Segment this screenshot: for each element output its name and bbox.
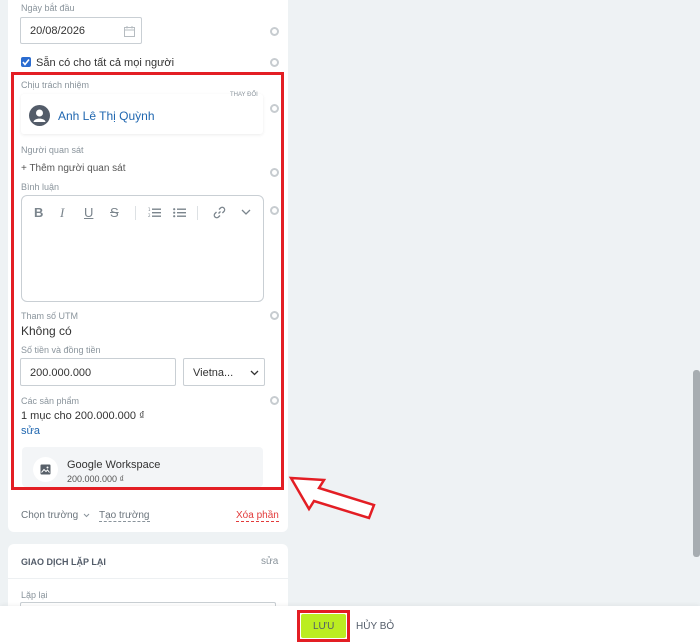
start-date-label: Ngày bắt đầu <box>21 3 75 13</box>
currency-value: Vietna... <box>193 367 234 379</box>
settings-gear-icon[interactable] <box>270 168 279 177</box>
product-price: 200.000.000 ₫ <box>67 474 125 484</box>
start-date-value: 20/08/2026 <box>30 25 86 37</box>
choose-field-label: Chọn trường <box>21 510 79 521</box>
settings-gear-icon[interactable] <box>270 27 279 36</box>
product-image-placeholder <box>33 457 58 482</box>
italic-icon[interactable]: I <box>60 205 64 221</box>
settings-gear-icon[interactable] <box>270 206 279 215</box>
products-edit-link[interactable]: sửa <box>21 425 40 437</box>
calendar-icon[interactable] <box>124 26 135 37</box>
cancel-button[interactable]: HỦY BỎ <box>356 621 394 632</box>
svg-text:2: 2 <box>148 213 151 218</box>
observers-label: Người quan sát <box>21 145 84 155</box>
products-summary: 1 mục cho 200.000.000 ₫ <box>21 410 145 422</box>
recurring-edit-link[interactable]: sửa <box>261 556 278 567</box>
settings-gear-icon[interactable] <box>270 311 279 320</box>
check-icon <box>22 59 30 66</box>
amount-input[interactable]: 200.000.000 <box>20 358 176 386</box>
settings-gear-icon[interactable] <box>270 104 279 113</box>
bottom-action-bar <box>0 606 700 643</box>
change-responsible-button[interactable]: THAY ĐỔI <box>230 92 258 98</box>
available-all-checkbox[interactable] <box>21 57 31 67</box>
image-icon <box>40 464 51 475</box>
panel-divider <box>8 578 288 579</box>
annotation-arrow <box>288 476 376 520</box>
svg-text:1: 1 <box>148 207 151 212</box>
comment-editor[interactable]: B I U S 1 2 <box>21 195 264 302</box>
numbered-list-icon[interactable]: 1 2 <box>148 207 161 218</box>
toolbar-divider <box>135 206 136 220</box>
chevron-down-icon <box>250 370 259 376</box>
choose-field-dropdown[interactable]: Chọn trường <box>21 510 90 521</box>
add-observer-button[interactable]: + Thêm người quan sát <box>21 163 126 174</box>
avatar <box>29 105 50 126</box>
toolbar-divider <box>197 206 198 220</box>
user-icon <box>33 109 46 122</box>
strikethrough-icon[interactable]: S <box>110 205 119 220</box>
create-field-link[interactable]: Tạo trường <box>99 510 150 522</box>
amount-value: 200.000.000 <box>30 367 92 379</box>
delete-section-link[interactable]: Xóa phần <box>236 510 279 522</box>
scrollbar-thumb[interactable] <box>693 370 700 557</box>
settings-gear-icon[interactable] <box>270 396 279 405</box>
utm-value: Không có <box>21 324 72 338</box>
product-name: Google Workspace <box>67 459 161 471</box>
settings-gear-icon[interactable] <box>270 58 279 67</box>
responsible-person-name[interactable]: Anh Lê Thị Quỳnh <box>58 109 155 123</box>
save-button[interactable]: LƯU <box>301 614 346 638</box>
chevron-down-icon[interactable] <box>241 209 251 216</box>
bold-icon[interactable]: B <box>34 205 43 220</box>
currency-select[interactable]: Vietna... <box>183 358 265 386</box>
utm-label: Tham số UTM <box>21 311 79 321</box>
products-label: Các sản phẩm <box>21 396 80 406</box>
responsible-label: Chịu trách nhiệm <box>21 80 90 90</box>
bullet-list-icon[interactable] <box>173 207 186 218</box>
recurring-title: GIAO DỊCH LẶP LẠI <box>21 557 106 567</box>
recurring-label: Lặp lại <box>21 590 48 600</box>
underline-icon[interactable]: U <box>84 205 93 220</box>
start-date-input[interactable]: 20/08/2026 <box>20 17 142 44</box>
save-button-label: LƯU <box>313 621 335 632</box>
comment-label: Bình luận <box>21 182 60 192</box>
link-icon[interactable] <box>213 206 226 219</box>
available-all-label: Sẵn có cho tất cả mọi người <box>36 57 175 69</box>
chevron-down-icon <box>83 513 90 518</box>
amount-label: Số tiền và đồng tiền <box>21 345 101 355</box>
